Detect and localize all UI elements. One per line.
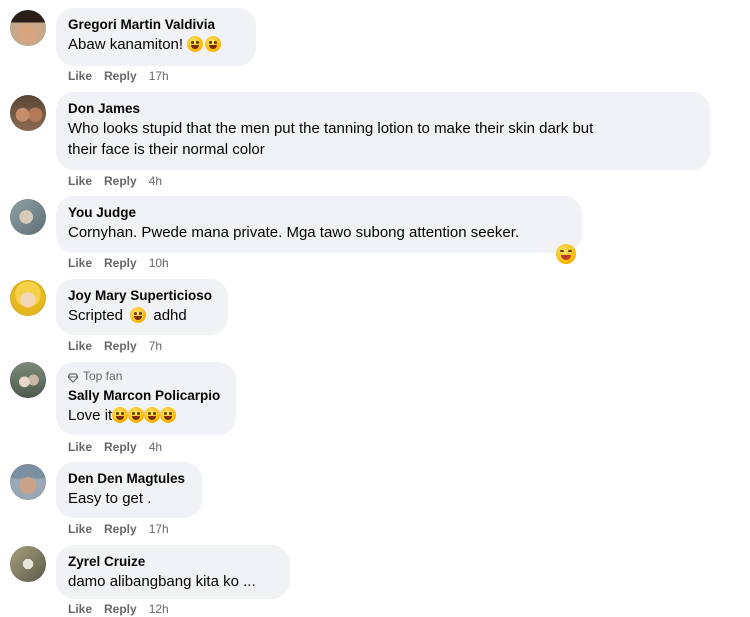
comment-actions: Like Reply 4h: [68, 439, 174, 455]
comment-author[interactable]: You Judge: [68, 204, 570, 221]
comment-author[interactable]: Zyrel Cruize: [68, 553, 278, 570]
diamond-icon: [67, 371, 79, 383]
reply-button[interactable]: Reply: [104, 440, 137, 454]
avatar[interactable]: [10, 95, 46, 131]
comment-actions: Like Reply 17h: [68, 68, 181, 84]
comment-text: Who looks stupid that the men put the ta…: [68, 120, 594, 137]
comment-text: damo alibangbang kita ko ...: [68, 573, 256, 590]
comment-text: adhd: [153, 307, 187, 324]
comment-text: Cornyhan. Pwede mana private. Mga tawo s…: [68, 224, 520, 241]
comment-bubble: Den Den Magtules Easy to get .: [56, 462, 202, 518]
like-button[interactable]: Like: [68, 522, 92, 536]
comment-author[interactable]: Gregori Martin Valdivia: [68, 16, 244, 33]
grinning-squint-icon: [187, 36, 204, 52]
avatar[interactable]: [10, 546, 46, 582]
reply-button[interactable]: Reply: [104, 522, 137, 536]
comment-author[interactable]: Don James: [68, 100, 698, 117]
like-button[interactable]: Like: [68, 440, 92, 454]
comment-bubble: Gregori Martin Valdivia Abaw kanamiton!: [56, 8, 256, 66]
comment-text: Scripted: [68, 307, 124, 324]
comment-author[interactable]: Den Den Magtules: [68, 470, 190, 487]
comment-bubble: Don James Who looks stupid that the men …: [56, 92, 710, 170]
like-button[interactable]: Like: [68, 256, 92, 270]
comment-bubble: Top fan Sally Marcon Policarpio Love it: [56, 362, 236, 435]
rofl-icon: [144, 407, 161, 423]
comment-author[interactable]: Sally Marcon Policarpio: [68, 387, 224, 404]
comment-timestamp[interactable]: 7h: [149, 339, 162, 353]
rofl-icon: [160, 407, 177, 423]
comment-text: Abaw kanamiton!: [68, 36, 184, 53]
laughing-icon: [205, 36, 222, 52]
comment-timestamp[interactable]: 12h: [149, 602, 169, 616]
like-button[interactable]: Like: [68, 602, 92, 616]
rofl-icon: [112, 407, 129, 423]
comment-bubble: Zyrel Cruize damo alibangbang kita ko ..…: [56, 545, 290, 599]
like-button[interactable]: Like: [68, 174, 92, 188]
rofl-icon: [128, 407, 145, 423]
comment-timestamp[interactable]: 17h: [149, 69, 169, 83]
comment-actions: Like Reply 7h: [68, 338, 174, 354]
comment-timestamp[interactable]: 17h: [149, 522, 169, 536]
comment-bubble: Joy Mary Superticioso Scripted adhd: [56, 279, 228, 335]
comment-timestamp[interactable]: 4h: [149, 174, 162, 188]
reply-button[interactable]: Reply: [104, 256, 137, 270]
comment-text: their face is their normal color: [68, 141, 265, 158]
avatar[interactable]: [10, 464, 46, 500]
haha-reaction-icon[interactable]: [556, 244, 576, 264]
comment-actions: Like Reply 4h: [68, 173, 174, 189]
like-button[interactable]: Like: [68, 69, 92, 83]
comment-author[interactable]: Joy Mary Superticioso: [68, 287, 216, 304]
top-fan-badge[interactable]: Top fan: [67, 368, 224, 384]
avatar[interactable]: [10, 362, 46, 398]
comment-actions: Like Reply 17h: [68, 521, 181, 537]
grin-icon: [130, 307, 147, 323]
like-button[interactable]: Like: [68, 339, 92, 353]
comment-text: Love it: [68, 407, 113, 424]
reply-button[interactable]: Reply: [104, 339, 137, 353]
comment-text: Easy to get .: [68, 490, 152, 507]
reply-button[interactable]: Reply: [104, 174, 137, 188]
avatar[interactable]: [10, 199, 46, 235]
avatar[interactable]: [10, 280, 46, 316]
avatar[interactable]: [10, 10, 46, 46]
reply-button[interactable]: Reply: [104, 69, 137, 83]
comment-bubble: You Judge Cornyhan. Pwede mana private. …: [56, 196, 582, 253]
comment-actions: Like Reply 10h: [68, 255, 181, 271]
comment-timestamp[interactable]: 4h: [149, 440, 162, 454]
comment-timestamp[interactable]: 10h: [149, 256, 169, 270]
reply-button[interactable]: Reply: [104, 602, 137, 616]
